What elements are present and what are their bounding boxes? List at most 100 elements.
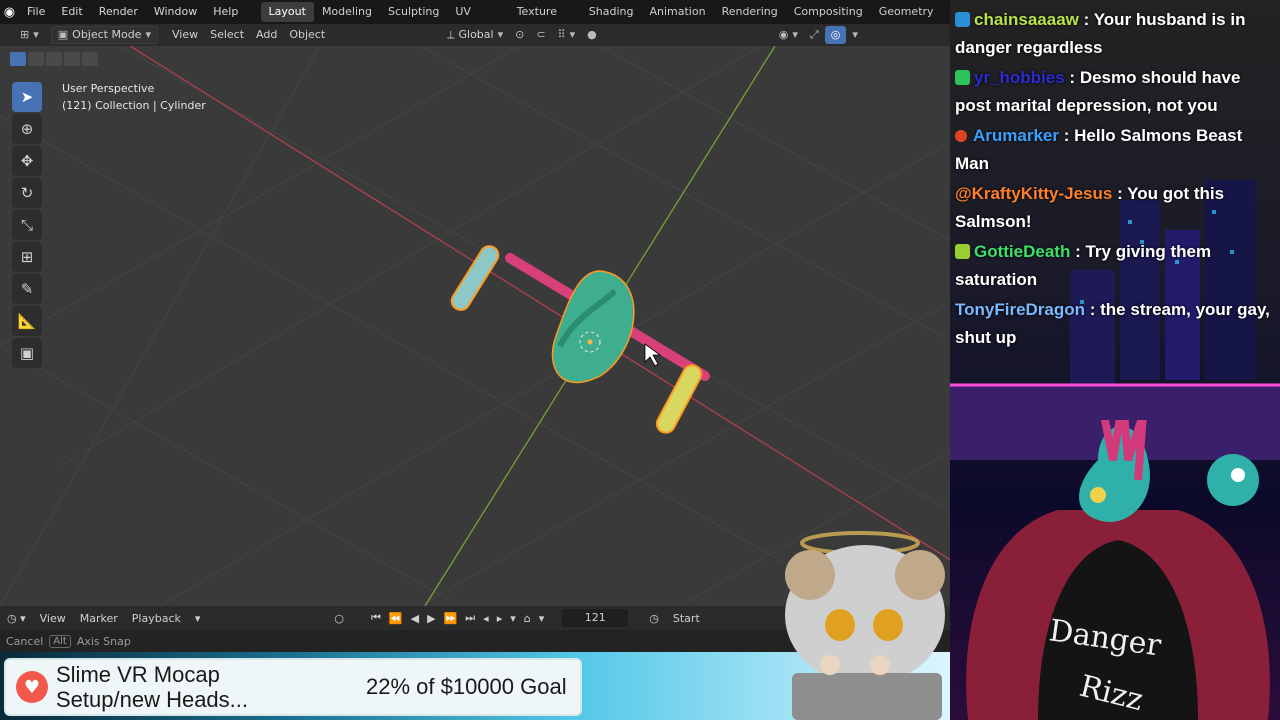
select-invert-button[interactable]	[64, 52, 80, 66]
proportional-edit-button[interactable]: ●	[581, 26, 603, 44]
annotate-tool[interactable]: ✎	[12, 274, 42, 304]
timeline-menu-view[interactable]: View	[33, 612, 73, 625]
pivot-point-button[interactable]: ⊙	[509, 26, 530, 44]
keying-button[interactable]: ▸	[493, 612, 507, 625]
verified-badge-icon	[955, 70, 970, 85]
jump-end-button[interactable]: ⏭	[461, 611, 479, 625]
rotate-icon: ↻	[20, 184, 34, 202]
transform-orientation-label: Global	[458, 28, 494, 41]
heart-icon: ♥	[16, 671, 48, 703]
visibility-button[interactable]: ◉ ▾	[773, 26, 804, 44]
editor-type-button[interactable]: ⊞ ▾	[14, 26, 45, 44]
workspace-tab-uv-editing[interactable]: UV Editing	[447, 2, 508, 38]
jump-start-button[interactable]: ⏮	[367, 611, 385, 625]
measure-tool[interactable]: 📐	[12, 306, 42, 336]
workspace-tab-animation[interactable]: Animation	[641, 2, 713, 22]
chevron-down-icon: ▾	[33, 28, 39, 41]
workspace-tab-sculpting[interactable]: Sculpting	[380, 2, 447, 22]
play-button[interactable]: ▶	[423, 612, 439, 625]
menu-view[interactable]: View	[166, 26, 204, 44]
workspace-tab-texture-paint[interactable]: Texture Paint	[509, 2, 581, 38]
chat-username: Arumarker	[973, 126, 1059, 145]
scale-tool[interactable]: ⤡	[12, 210, 42, 240]
cancel-hint: Cancel	[6, 634, 44, 648]
chevron-down-icon: ▾	[194, 611, 201, 625]
snap-target-button[interactable]: ⠿ ▾	[552, 26, 582, 44]
select-subtract-button[interactable]	[46, 52, 62, 66]
snap-toggle-button[interactable]: ⊂	[530, 26, 551, 44]
clock-icon: ◷	[649, 611, 659, 625]
chat-username: GottieDeath	[974, 242, 1071, 261]
add-cube-tool[interactable]: ▣	[12, 338, 42, 368]
chat-username: TonyFireDragon	[955, 300, 1086, 319]
gizmo-icon: ⤢	[809, 28, 819, 41]
chevron-down-icon: ▾	[852, 28, 858, 41]
chevron-down-icon: ▾	[792, 28, 798, 41]
auto-keying-button[interactable]: ○	[327, 612, 351, 625]
menu-select[interactable]: Select	[204, 26, 250, 44]
select-new-button[interactable]	[10, 52, 26, 66]
cylinder-object	[450, 245, 710, 434]
transform-tool[interactable]: ⊞	[12, 242, 42, 272]
editor-type-icon: ⊞	[20, 28, 30, 41]
chat-message: @KraftyKitty-Jesus : You got this Salmso…	[955, 184, 1225, 231]
workspace-tab-layout[interactable]: Layout	[260, 2, 314, 22]
workspace-tab-rendering[interactable]: Rendering	[714, 2, 786, 22]
workspace-tab-geometry-nodes[interactable]: Geometry Nodes	[871, 2, 960, 38]
workspace-tab-compositing[interactable]: Compositing	[786, 2, 871, 22]
keyframe-type-button[interactable]: ◂	[479, 612, 493, 625]
chat-message: TonyFireDragon : the stream, your gay, s…	[955, 300, 1270, 347]
menu-render[interactable]: Render	[91, 0, 146, 24]
timeline-editor-type[interactable]: ◷ ▾	[0, 612, 33, 625]
object-mode-dropdown[interactable]: ▣ Object Mode ▾	[50, 26, 158, 44]
snap-magnet-icon: ⊂	[536, 28, 546, 41]
menu-add[interactable]: Add	[250, 26, 283, 44]
eye-icon: ◉	[778, 28, 789, 41]
gizmo-button[interactable]: ⤢	[804, 26, 825, 44]
goal-card: ♥ Slime VR Mocap Setup/new Heads... 22% …	[4, 658, 582, 716]
workspace-tab-modeling[interactable]: Modeling	[314, 2, 380, 22]
menu-help[interactable]: Help	[205, 0, 246, 24]
record-icon: ○	[334, 611, 345, 625]
axis-snap-hint: Axis Snap	[76, 634, 131, 648]
scale-icon: ⤡	[20, 216, 33, 234]
current-frame-field[interactable]: 121	[562, 609, 629, 627]
cursor-tool[interactable]: ⊕	[12, 114, 42, 144]
viewport-info: User Perspective (121) Collection | Cyli…	[62, 80, 206, 114]
blender-logo-icon[interactable]: ◉	[0, 0, 19, 24]
chevron-down-icon: ▾	[145, 28, 151, 41]
move-tool[interactable]: ✥	[12, 146, 42, 176]
viewport-grid	[0, 46, 960, 606]
timeline-menu-playback[interactable]: Playback	[125, 612, 188, 625]
object-mode-icon: ▣	[57, 28, 69, 41]
pencil-icon: ✎	[20, 280, 34, 298]
clock-icon: ◷	[7, 611, 17, 625]
top-menu-bar: ◉ File Edit Render Window Help Layout Mo…	[0, 0, 960, 38]
keyframe-filter-button[interactable]: ⌂	[520, 612, 535, 625]
rotate-tool[interactable]: ↻	[12, 178, 42, 208]
play-reverse-button[interactable]: ◀	[407, 612, 423, 625]
select-extend-button[interactable]	[28, 52, 44, 66]
menu-edit[interactable]: Edit	[53, 0, 90, 24]
overlays-dropdown[interactable]: ▾	[846, 26, 864, 44]
transform-icon: ⊞	[20, 248, 34, 266]
next-keyframe-button[interactable]: ⏩	[440, 612, 462, 625]
select-intersect-button[interactable]	[82, 52, 98, 66]
timeline-menu-marker[interactable]: Marker	[73, 612, 125, 625]
pivot-icon: ⊙	[515, 28, 525, 41]
menu-window[interactable]: Window	[146, 0, 205, 24]
goal-title-line1: Slime VR Mocap	[56, 662, 220, 687]
chevron-down-icon: ▾	[510, 611, 516, 625]
prev-keyframe-button[interactable]: ⏪	[385, 612, 407, 625]
3d-viewport[interactable]: User Perspective (121) Collection | Cyli…	[0, 46, 960, 606]
overlays-button[interactable]: ◎	[824, 26, 847, 44]
cube-icon: ▣	[19, 344, 35, 362]
select-box-tool[interactable]: ➤	[12, 82, 42, 112]
chevron-down-icon: ▾	[497, 28, 504, 41]
ruler-icon: 📐	[17, 312, 37, 330]
menu-object[interactable]: Object	[283, 26, 331, 44]
transform-orientation-dropdown[interactable]: ⟂ Global ▾	[441, 26, 509, 44]
menu-file[interactable]: File	[19, 0, 53, 24]
object-mode-label: Object Mode	[72, 28, 142, 41]
workspace-tab-shading[interactable]: Shading	[581, 2, 642, 22]
